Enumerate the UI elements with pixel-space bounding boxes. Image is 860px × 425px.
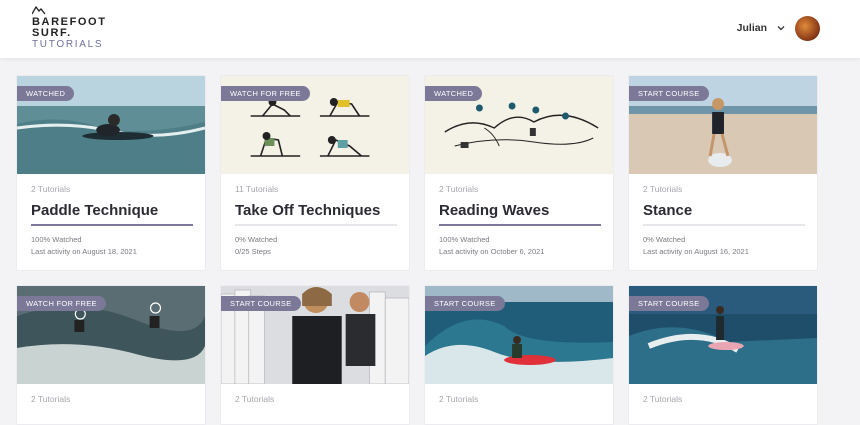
last-activity: Last activity on August 18, 2021 [31,247,137,256]
tutorial-count: 2 Tutorials [31,394,71,404]
avatar[interactable] [795,15,820,41]
last-activity: Last activity on August 16, 2021 [643,247,749,256]
progress-fill [31,224,193,226]
course-title[interactable]: Stance [643,202,692,219]
status-badge: WATCH FOR FREE [221,86,310,101]
course-card-6[interactable]: START COURSE 2 Tutorials [220,285,410,425]
course-thumbnail[interactable]: WATCH FOR FREE [17,286,205,384]
course-card-5[interactable]: WATCH FOR FREE 2 Tutorials [16,285,206,425]
watch-status: 100% Watched [31,235,82,244]
tutorial-count: 2 Tutorials [31,184,71,194]
status-badge: START COURSE [425,296,505,311]
tutorial-count: 2 Tutorials [643,394,683,404]
watch-status: 0% Watched [235,235,278,244]
course-thumbnail[interactable]: START COURSE [221,286,409,384]
brand-line-2: SURF. [32,27,72,39]
progress-bar [235,224,397,226]
status-badge: START COURSE [221,296,301,311]
tutorial-count: 2 Tutorials [439,394,479,404]
course-thumbnail[interactable]: START COURSE [629,286,817,384]
status-badge: WATCH FOR FREE [17,296,106,311]
chevron-down-icon[interactable] [775,22,787,34]
tutorial-count: 2 Tutorials [439,184,479,194]
top-bar: BAREFOOT SURF. TUTORIALS Julian [0,0,860,58]
progress-fill [439,224,601,226]
watch-status: 100% Watched [439,235,490,244]
mountain-logo-icon [32,6,46,15]
course-thumbnail[interactable]: WATCHED [425,76,613,174]
course-title[interactable]: Reading Waves [439,202,549,219]
course-thumbnail[interactable]: START COURSE [629,76,817,174]
status-badge: WATCHED [17,86,75,101]
tutorial-count: 2 Tutorials [643,184,683,194]
user-name[interactable]: Julian [737,22,767,34]
progress-bar [31,224,193,226]
watch-status: 0% Watched [643,235,686,244]
course-title[interactable]: Paddle Technique [31,202,158,219]
tutorial-count: 11 Tutorials [235,184,279,194]
status-badge: START COURSE [629,86,709,101]
course-card-paddle-technique[interactable]: WATCHED 2 Tutorials Paddle Technique 100… [16,75,206,271]
course-thumbnail[interactable]: START COURSE [425,286,613,384]
course-card-reading-waves[interactable]: WATCHED 2 Tutorials Reading Waves 100% W… [424,75,614,271]
course-card-stance[interactable]: START COURSE 2 Tutorials Stance 0% Watch… [628,75,818,271]
course-card-take-off-techniques[interactable]: WATCH FOR FREE 11 Tutorials Take Off Tec… [220,75,410,271]
course-card-7[interactable]: START COURSE 2 Tutorials [424,285,614,425]
course-thumbnail[interactable]: WATCHED [17,76,205,174]
progress-bar [643,224,805,226]
tutorial-count: 2 Tutorials [235,394,275,404]
brand-logo[interactable]: BAREFOOT SURF. TUTORIALS [32,6,122,52]
steps-count: 0/25 Steps [235,247,271,256]
user-menu[interactable]: Julian [737,15,820,41]
status-badge: WATCHED [425,86,483,101]
status-badge: START COURSE [629,296,709,311]
last-activity: Last activity on October 6, 2021 [439,247,545,256]
progress-bar [439,224,601,226]
course-thumbnail[interactable]: WATCH FOR FREE [221,76,409,174]
course-card-8[interactable]: START COURSE 2 Tutorials [628,285,818,425]
course-title[interactable]: Take Off Techniques [235,202,380,219]
brand-line-3: TUTORIALS [32,39,104,50]
